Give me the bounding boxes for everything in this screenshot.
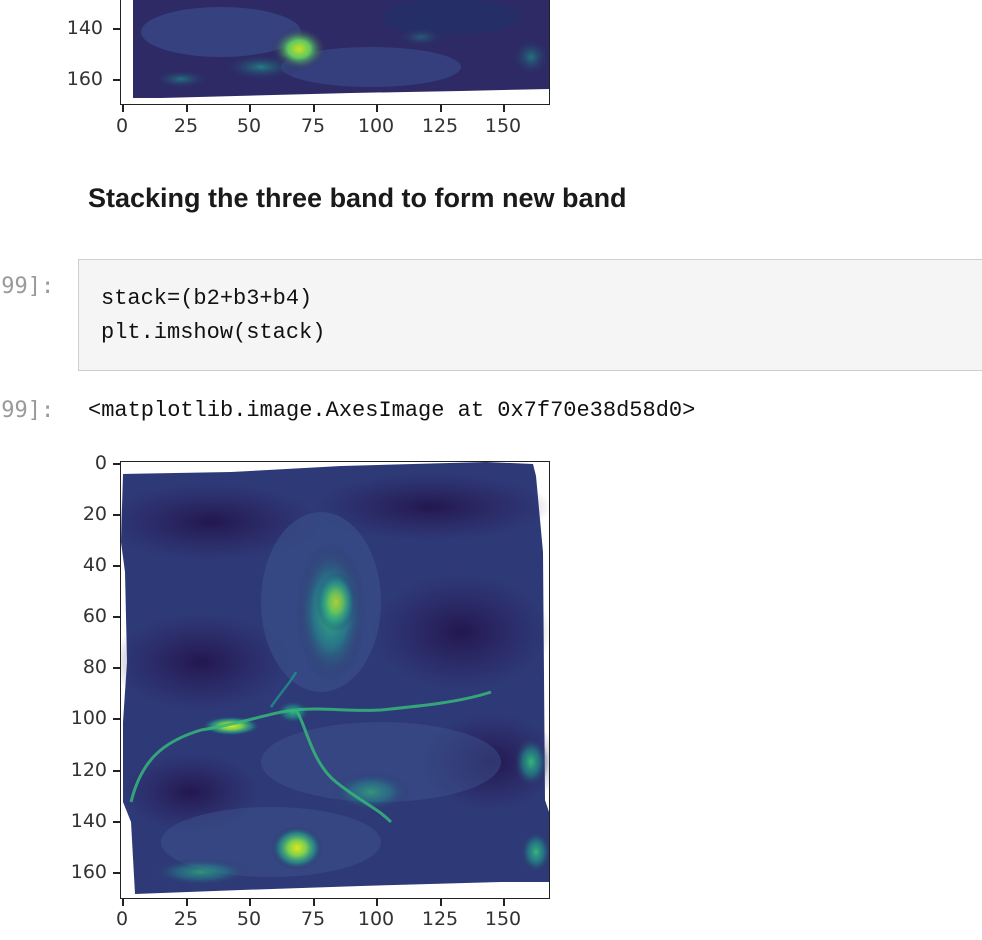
ytick-mark [113, 821, 120, 823]
xtick-label: 125 [421, 908, 459, 930]
ytick-label: 40 [82, 554, 107, 576]
ytick-label: 160 [70, 861, 107, 883]
top-xtick-label: 150 [484, 115, 522, 137]
top-xtick-label: 0 [115, 115, 129, 137]
top-xtick-mark [186, 105, 188, 112]
xtick-label: 75 [300, 908, 326, 930]
top-xtick-label: 50 [236, 115, 262, 137]
ytick-label: 80 [82, 656, 107, 678]
ytick-label: 140 [70, 810, 107, 832]
xtick-label: 0 [115, 908, 129, 930]
ytick-mark [113, 514, 120, 516]
top-xtick-label: 25 [173, 115, 199, 137]
code-cell-editor[interactable]: stack=(b2+b3+b4) plt.imshow(stack) [78, 259, 982, 371]
top-ytick-mark-140 [113, 28, 120, 30]
top-xtick-label: 125 [421, 115, 459, 137]
input-prompt: [99]: [0, 274, 55, 299]
bottom-plot-image-frame [120, 461, 550, 899]
xtick-label: 100 [357, 908, 395, 930]
xtick-mark [503, 899, 505, 906]
ytick-mark [113, 616, 120, 618]
xtick-mark [376, 899, 378, 906]
top-xtick-label: 75 [300, 115, 326, 137]
xtick-mark [249, 899, 251, 906]
top-plot-image [133, 0, 549, 98]
xtick-label: 25 [173, 908, 199, 930]
ytick-mark [113, 718, 120, 720]
xtick-label: 150 [484, 908, 522, 930]
top-xtick-label: 100 [357, 115, 395, 137]
xtick-label: 50 [236, 908, 262, 930]
top-xtick-mark [122, 105, 124, 112]
top-ytick-label: 140 [66, 17, 103, 39]
ytick-label: 100 [70, 707, 107, 729]
xtick-mark [313, 899, 315, 906]
top-xtick-mark [440, 105, 442, 112]
ytick-mark [113, 667, 120, 669]
top-ytick-mark-160 [113, 79, 120, 81]
markdown-heading: Stacking the three band to form new band [88, 183, 627, 213]
xtick-mark [186, 899, 188, 906]
top-plot-image-frame [120, 0, 550, 105]
code-line: plt.imshow(stack) [101, 320, 326, 345]
top-ytick-label: 160 [66, 68, 103, 90]
bottom-plot-image [121, 462, 549, 894]
xtick-mark [122, 899, 124, 906]
ytick-mark [113, 770, 120, 772]
code-line: stack=(b2+b3+b4) [101, 286, 313, 311]
ytick-mark [113, 872, 120, 874]
ytick-label: 0 [94, 452, 107, 474]
ytick-mark [113, 463, 120, 465]
output-text: <matplotlib.image.AxesImage at 0x7f70e38… [88, 398, 696, 423]
ytick-label: 120 [70, 759, 107, 781]
top-xtick-mark [503, 105, 505, 112]
top-xtick-mark [313, 105, 315, 112]
ytick-mark [113, 565, 120, 567]
top-xtick-mark [249, 105, 251, 112]
output-prompt: [99]: [0, 398, 55, 423]
ytick-label: 60 [82, 605, 107, 627]
top-xtick-mark [376, 105, 378, 112]
xtick-mark [440, 899, 442, 906]
ytick-label: 20 [82, 503, 107, 525]
